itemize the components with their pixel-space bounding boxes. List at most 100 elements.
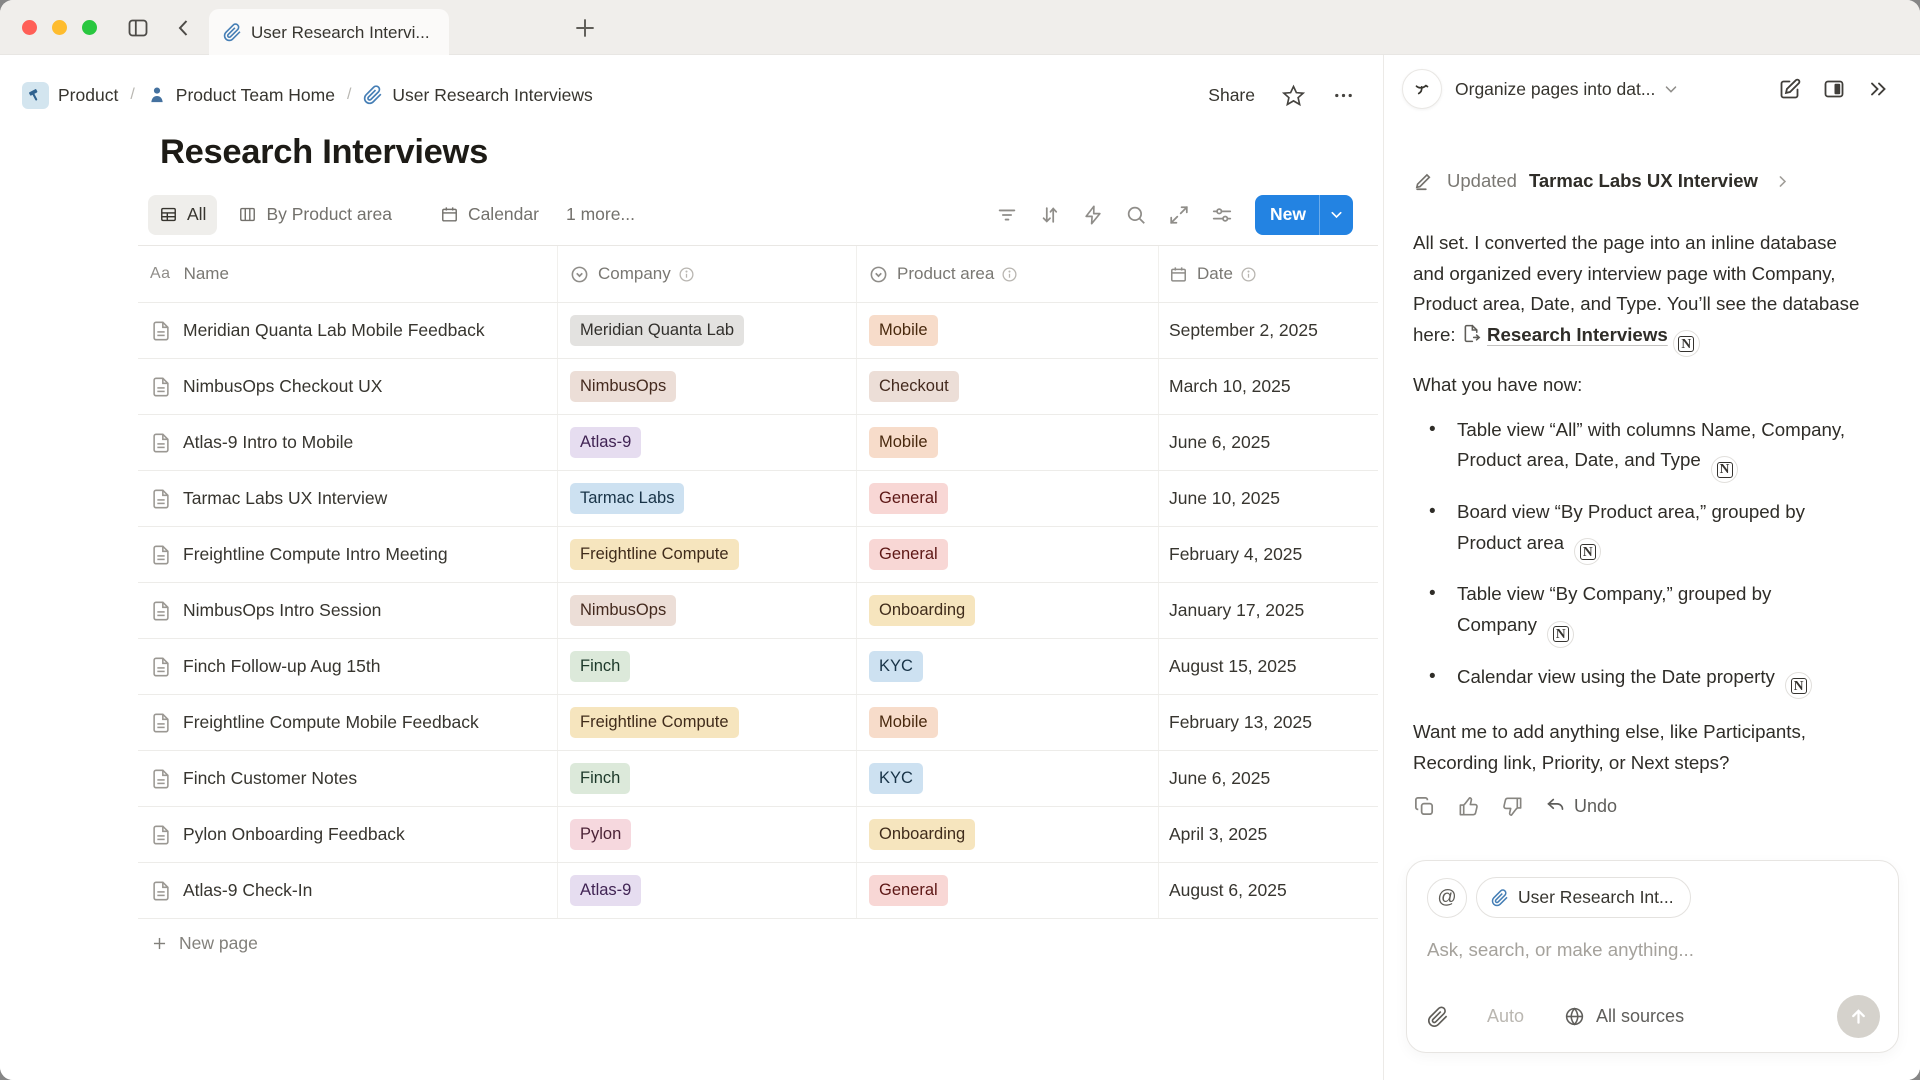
row-date-cell[interactable]: February 13, 2025 xyxy=(1159,695,1378,750)
row-name-cell[interactable]: Atlas-9 Intro to Mobile xyxy=(138,415,558,470)
company-tag[interactable]: NimbusOps xyxy=(570,595,676,627)
row-name-cell[interactable]: Finch Follow-up Aug 15th xyxy=(138,639,558,694)
notion-page-badge-icon[interactable]: N xyxy=(1547,621,1574,648)
breadcrumb-item-product[interactable]: Product xyxy=(22,82,118,109)
row-date-cell[interactable]: February 4, 2025 xyxy=(1159,527,1378,582)
product-area-tag[interactable]: KYC xyxy=(869,763,923,795)
info-icon[interactable] xyxy=(1240,266,1257,283)
toggle-panel-icon[interactable] xyxy=(1822,77,1846,101)
column-header-product-area[interactable]: Product area xyxy=(857,246,1159,302)
copy-icon[interactable] xyxy=(1413,795,1436,818)
product-area-tag[interactable]: Mobile xyxy=(869,427,938,459)
row-product-area-cell[interactable]: General xyxy=(857,471,1159,526)
product-area-tag[interactable]: Onboarding xyxy=(869,595,975,627)
new-button-dropdown[interactable] xyxy=(1319,195,1353,235)
company-tag[interactable]: Atlas-9 xyxy=(570,875,641,907)
breadcrumb-item-current-page[interactable]: User Research Interviews xyxy=(363,85,592,106)
favorite-star-icon[interactable] xyxy=(1282,84,1305,107)
row-product-area-cell[interactable]: KYC xyxy=(857,639,1159,694)
row-product-area-cell[interactable]: Onboarding xyxy=(857,583,1159,638)
row-product-area-cell[interactable]: General xyxy=(857,863,1159,918)
chevron-down-icon[interactable] xyxy=(1662,80,1680,98)
context-page-chip[interactable]: User Research Int... xyxy=(1476,877,1691,918)
row-product-area-cell[interactable]: Mobile xyxy=(857,695,1159,750)
company-tag[interactable]: Freightline Compute xyxy=(570,539,739,571)
product-area-tag[interactable]: General xyxy=(869,875,948,907)
product-area-tag[interactable]: Checkout xyxy=(869,371,959,403)
row-date-cell[interactable]: June 6, 2025 xyxy=(1159,415,1378,470)
row-date-cell[interactable]: August 6, 2025 xyxy=(1159,863,1378,918)
notion-page-badge-icon[interactable]: N xyxy=(1574,538,1601,565)
table-row[interactable]: Atlas-9 Intro to Mobile Atlas-9 Mobile J… xyxy=(138,415,1378,471)
row-company-cell[interactable]: Finch xyxy=(558,751,857,806)
row-product-area-cell[interactable]: General xyxy=(857,527,1159,582)
company-tag[interactable]: Finch xyxy=(570,651,630,683)
row-date-cell[interactable]: June 10, 2025 xyxy=(1159,471,1378,526)
mention-button[interactable]: @ xyxy=(1427,878,1467,918)
row-company-cell[interactable]: Meridian Quanta Lab xyxy=(558,303,857,358)
sort-icon[interactable] xyxy=(1039,204,1061,226)
notion-page-badge-icon[interactable]: N xyxy=(1673,330,1700,357)
row-company-cell[interactable]: Tarmac Labs xyxy=(558,471,857,526)
info-icon[interactable] xyxy=(678,266,695,283)
row-date-cell[interactable]: August 15, 2025 xyxy=(1159,639,1378,694)
table-row[interactable]: Meridian Quanta Lab Mobile Feedback Meri… xyxy=(138,303,1378,359)
close-window-button[interactable] xyxy=(22,20,37,35)
ai-thread-title[interactable]: Organize pages into dat... xyxy=(1455,79,1655,100)
product-area-tag[interactable]: KYC xyxy=(869,651,923,683)
row-company-cell[interactable]: Freightline Compute xyxy=(558,695,857,750)
all-sources-button[interactable]: All sources xyxy=(1564,1006,1684,1027)
ai-conversation[interactable]: Updated Tarmac Labs UX Interview All set… xyxy=(1384,123,1920,853)
updated-page-row[interactable]: Updated Tarmac Labs UX Interview xyxy=(1413,170,1894,192)
column-header-name[interactable]: Aa Name xyxy=(138,246,558,302)
view-tab-calendar[interactable]: Calendar xyxy=(429,195,550,235)
table-row[interactable]: NimbusOps Intro Session NimbusOps Onboar… xyxy=(138,583,1378,639)
more-views-button[interactable]: 1 more... xyxy=(566,204,635,225)
company-tag[interactable]: Freightline Compute xyxy=(570,707,739,739)
product-area-tag[interactable]: Mobile xyxy=(869,707,938,739)
column-header-company[interactable]: Company xyxy=(558,246,857,302)
thumbs-up-icon[interactable] xyxy=(1457,795,1480,818)
row-company-cell[interactable]: Freightline Compute xyxy=(558,527,857,582)
more-options-icon[interactable] xyxy=(1332,84,1355,107)
filter-icon[interactable] xyxy=(996,204,1018,226)
row-product-area-cell[interactable]: Checkout xyxy=(857,359,1159,414)
attach-paperclip-icon[interactable] xyxy=(1427,1006,1449,1028)
row-company-cell[interactable]: Finch xyxy=(558,639,857,694)
ai-composer[interactable]: @ User Research Int... Ask, search, or m… xyxy=(1406,860,1899,1053)
row-name-cell[interactable]: Tarmac Labs UX Interview xyxy=(138,471,558,526)
browser-tab[interactable]: User Research Intervi... xyxy=(209,9,449,56)
row-name-cell[interactable]: Atlas-9 Check-In xyxy=(138,863,558,918)
info-icon[interactable] xyxy=(1001,266,1018,283)
auto-mode-button[interactable]: Auto xyxy=(1487,1006,1524,1027)
composer-input[interactable]: Ask, search, or make anything... xyxy=(1427,939,1880,961)
toggle-sidebar-icon[interactable] xyxy=(126,16,150,40)
table-row[interactable]: NimbusOps Checkout UX NimbusOps Checkout… xyxy=(138,359,1378,415)
minimize-window-button[interactable] xyxy=(52,20,67,35)
notion-page-badge-icon[interactable]: N xyxy=(1785,672,1812,699)
share-button[interactable]: Share xyxy=(1208,85,1255,106)
thumbs-down-icon[interactable] xyxy=(1501,795,1524,818)
row-name-cell[interactable]: Freightline Compute Mobile Feedback xyxy=(138,695,558,750)
company-tag[interactable]: Finch xyxy=(570,763,630,795)
table-row[interactable]: Atlas-9 Check-In Atlas-9 General August … xyxy=(138,863,1378,919)
expand-icon[interactable] xyxy=(1168,204,1190,226)
company-tag[interactable]: Tarmac Labs xyxy=(570,483,684,515)
table-row[interactable]: Pylon Onboarding Feedback Pylon Onboardi… xyxy=(138,807,1378,863)
zoom-window-button[interactable] xyxy=(82,20,97,35)
company-tag[interactable]: Atlas-9 xyxy=(570,427,641,459)
undo-button[interactable]: Undo xyxy=(1545,796,1617,817)
row-name-cell[interactable]: Freightline Compute Intro Meeting xyxy=(138,527,558,582)
search-icon[interactable] xyxy=(1125,204,1147,226)
row-name-cell[interactable]: Meridian Quanta Lab Mobile Feedback xyxy=(138,303,558,358)
product-area-tag[interactable]: General xyxy=(869,483,948,515)
row-name-cell[interactable]: NimbusOps Checkout UX xyxy=(138,359,558,414)
row-date-cell[interactable]: March 10, 2025 xyxy=(1159,359,1378,414)
database-link[interactable]: Research Interviews xyxy=(1487,324,1668,345)
view-tab-by-product-area[interactable]: By Product area xyxy=(227,195,402,235)
lightning-icon[interactable] xyxy=(1082,204,1104,226)
table-row[interactable]: Finch Follow-up Aug 15th Finch KYC Augus… xyxy=(138,639,1378,695)
back-icon[interactable] xyxy=(172,16,196,40)
row-name-cell[interactable]: Pylon Onboarding Feedback xyxy=(138,807,558,862)
table-row[interactable]: Freightline Compute Intro Meeting Freigh… xyxy=(138,527,1378,583)
